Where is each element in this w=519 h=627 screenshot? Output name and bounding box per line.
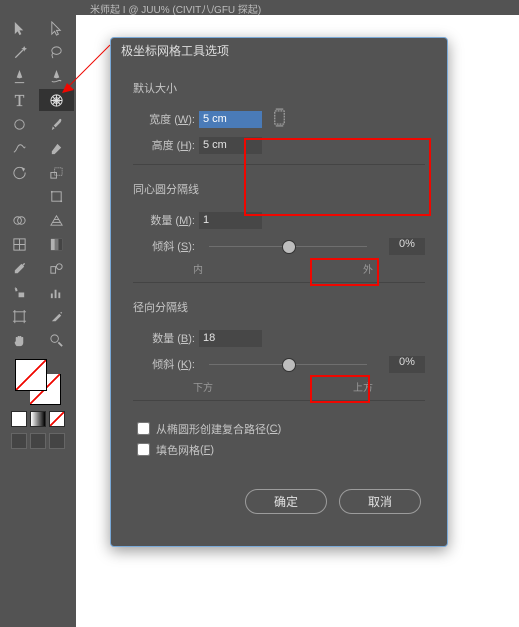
gradient-tool[interactable] [39, 233, 74, 255]
width-input[interactable] [199, 111, 262, 128]
annotation-box-2 [310, 258, 379, 286]
pen-tool[interactable] [2, 65, 37, 87]
annotation-box-1 [244, 138, 431, 216]
radial-count-label: 数量 (B): [133, 330, 199, 346]
mesh-tool[interactable] [2, 233, 37, 255]
blend-tool[interactable] [39, 257, 74, 279]
axis-inner-label: 内 [193, 261, 203, 276]
eyedropper-tool[interactable] [2, 257, 37, 279]
eraser-tool[interactable] [39, 137, 74, 159]
radial-heading: 径向分隔线 [133, 299, 425, 315]
concentric-skew-slider[interactable] [209, 246, 367, 247]
concentric-skew-label: 倾斜 (S): [133, 238, 199, 254]
radial-skew-value: 0% [389, 356, 425, 373]
zoom-tool[interactable] [39, 329, 74, 351]
fill-grid-checkbox[interactable]: 填色网格 (F) [133, 440, 425, 459]
perspective-grid-tool[interactable] [39, 209, 74, 231]
none-mode-icon[interactable] [49, 411, 65, 427]
constrain-icon[interactable] [272, 108, 287, 130]
radial-count-input[interactable] [199, 330, 262, 347]
artboard-tool[interactable] [2, 305, 37, 327]
concentric-count-label: 数量 (M): [133, 212, 199, 228]
curvature-tool[interactable] [39, 65, 74, 87]
axis-bottom-label: 下方 [193, 379, 213, 394]
shape-builder-tool[interactable] [2, 209, 37, 231]
width-label: 宽度 (W): [133, 111, 199, 127]
screen-mode-2-icon[interactable] [30, 433, 46, 449]
screen-mode-icon[interactable] [11, 433, 27, 449]
default-size-heading: 默认大小 [133, 80, 425, 96]
radial-skew-label: 倾斜 (K): [133, 356, 199, 372]
screen-mode-3-icon[interactable] [49, 433, 65, 449]
gradient-mode-icon[interactable] [30, 411, 46, 427]
tool-panel [0, 15, 76, 627]
document-tab-bar: 米师起 I @ JUU% (CIVIT八/GFU 探起) [0, 0, 519, 16]
radial-skew-slider[interactable] [209, 364, 367, 365]
polar-grid-options-dialog: 极坐标网格工具选项 默认大小 宽度 (W): 高度 (H): 同心圆分隔线 数量… [110, 37, 448, 547]
polar-grid-tool[interactable] [39, 89, 74, 111]
ok-button[interactable]: 确定 [245, 489, 327, 514]
ellipse-tool[interactable] [2, 113, 37, 135]
selection-tool[interactable] [2, 17, 37, 39]
slice-tool[interactable] [39, 305, 74, 327]
width-tool[interactable] [2, 185, 37, 207]
cancel-button[interactable]: 取消 [339, 489, 421, 514]
lasso-tool[interactable] [39, 41, 74, 63]
fill-stroke-swatch[interactable] [15, 359, 61, 405]
type-tool[interactable] [2, 89, 37, 111]
height-label: 高度 (H): [133, 137, 199, 153]
magic-wand-tool[interactable] [2, 41, 37, 63]
symbol-sprayer-tool[interactable] [2, 281, 37, 303]
color-mode-icon[interactable] [11, 411, 27, 427]
column-graph-tool[interactable] [39, 281, 74, 303]
compound-path-checkbox[interactable]: 从椭圆形创建复合路径 (C) [133, 419, 425, 438]
direct-selection-tool[interactable] [39, 17, 74, 39]
shaper-tool[interactable] [2, 137, 37, 159]
paintbrush-tool[interactable] [39, 113, 74, 135]
dialog-title: 极坐标网格工具选项 [111, 38, 447, 64]
concentric-skew-value: 0% [389, 238, 425, 255]
free-transform-tool[interactable] [39, 185, 74, 207]
scale-tool[interactable] [39, 161, 74, 183]
hand-tool[interactable] [2, 329, 37, 351]
annotation-box-3 [310, 375, 370, 403]
rotate-tool[interactable] [2, 161, 37, 183]
